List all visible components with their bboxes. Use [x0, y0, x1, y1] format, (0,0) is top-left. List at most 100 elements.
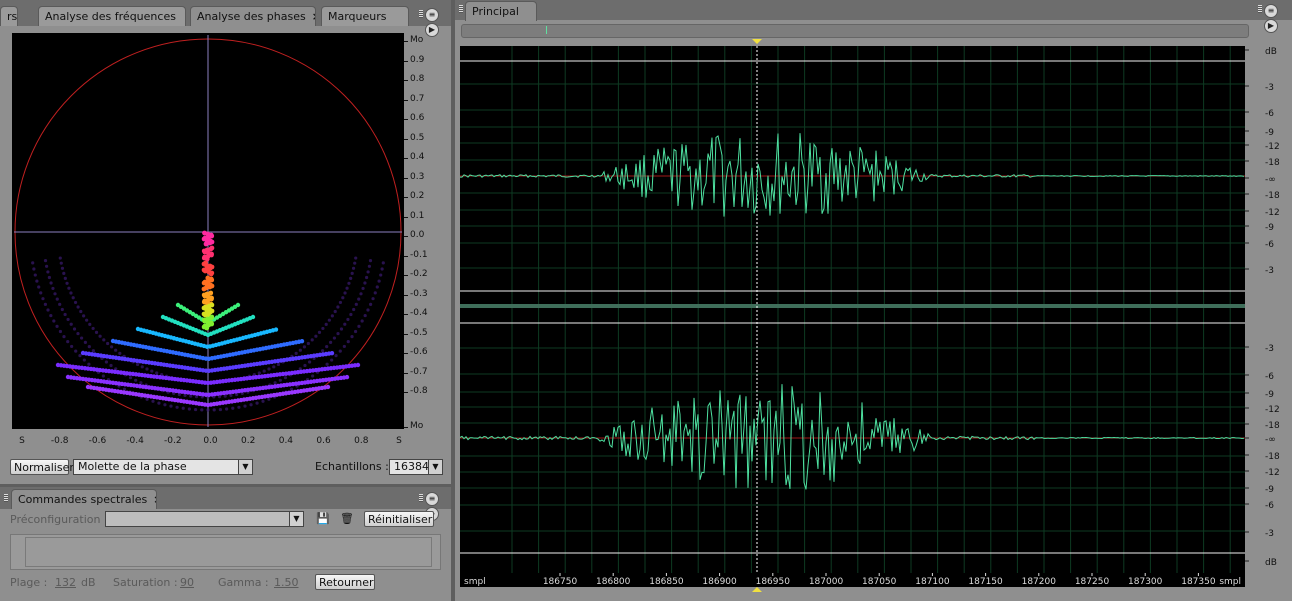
db-tick-label: -9 [1265, 223, 1274, 233]
phase-point [330, 314, 334, 318]
phase-y-tick: -0.3 [410, 288, 428, 299]
phase-point [272, 365, 276, 369]
phase-point [104, 360, 109, 364]
panel-expand-icon[interactable]: ▶ [425, 23, 439, 37]
phase-y-tick-mark [404, 294, 408, 296]
panel-grip-icon[interactable] [4, 494, 8, 502]
phase-point [294, 351, 298, 355]
tab-partial[interactable]: rs [0, 6, 18, 26]
phase-point [346, 317, 350, 322]
time-tick-label: 186850 [649, 577, 684, 587]
phase-point [346, 339, 350, 344]
phase-mode-select[interactable]: Molette de la phase ▼ [73, 459, 253, 475]
phase-y-tick: 0.9 [410, 54, 425, 65]
panel-grip-icon[interactable] [419, 494, 423, 502]
return-button[interactable]: Retourner [315, 574, 375, 590]
phase-point [343, 322, 347, 326]
dropdown-arrow-icon[interactable]: ▼ [428, 460, 442, 474]
phase-point [299, 338, 305, 344]
delete-preset-icon[interactable]: 🗑 [340, 512, 354, 525]
phase-point [63, 312, 67, 317]
phase-point [333, 309, 337, 314]
panel-expand-icon[interactable]: ▶ [1264, 19, 1278, 33]
phase-point [371, 297, 375, 301]
reset-button[interactable]: Réinitialiser [364, 511, 434, 527]
phase-point [350, 335, 354, 339]
time-tick-label: 187100 [915, 577, 950, 587]
phase-point [49, 313, 53, 318]
db-tick-label: -3 [1265, 266, 1274, 276]
phase-point [314, 334, 318, 338]
tab-close-icon[interactable]: × [153, 493, 156, 506]
db-tick-label: -3 [1265, 344, 1274, 354]
dropdown-arrow-icon[interactable]: ▼ [289, 512, 303, 526]
phase-point [83, 340, 87, 345]
phase-y-tick: -0.8 [410, 386, 428, 396]
phase-point [43, 302, 47, 306]
panel-menu-buttons[interactable]: ≡▶ [424, 7, 452, 37]
phase-point [65, 281, 69, 285]
phase-point [273, 381, 277, 385]
phase-point [101, 374, 105, 378]
phase-point [345, 286, 349, 290]
phase-point [365, 275, 369, 280]
phase-point [87, 362, 91, 366]
samples-select[interactable]: 16384 ▼ [389, 459, 443, 475]
phase-y-tick: -0.7 [410, 366, 428, 377]
panel-grip-icon[interactable] [419, 10, 423, 18]
phase-point [339, 327, 344, 331]
phase-x-tick: -0.2 [164, 436, 182, 446]
phase-point [51, 286, 55, 291]
db-tick-label: -∞ [1265, 175, 1276, 185]
phase-point [80, 336, 84, 340]
tab-markers[interactable]: Marqueurs [321, 6, 409, 26]
panel-menu-icon[interactable]: ≡ [425, 492, 439, 506]
phase-y-tick-mark [404, 80, 408, 81]
phase-point [363, 313, 367, 318]
tab-frequency-analysis[interactable]: Analyse des fréquences [38, 6, 186, 26]
time-unit-left: smpl [464, 577, 486, 587]
overview-position-marker[interactable] [546, 26, 547, 34]
time-tick-label: 187050 [862, 577, 897, 587]
phase-point [106, 341, 110, 346]
tab-phase-analysis[interactable]: Analyse des phases × [190, 6, 316, 26]
phase-point [58, 329, 63, 334]
dropdown-arrow-icon[interactable]: ▼ [238, 460, 252, 474]
panel-menu-icon[interactable]: ≡ [1264, 4, 1278, 18]
saturation-value[interactable]: 90 [180, 576, 194, 589]
tab-main[interactable]: Principal [465, 1, 537, 21]
panel-menu-icon[interactable]: ≡ [425, 8, 439, 22]
panel-grip-icon[interactable] [459, 5, 463, 13]
overview-bar[interactable] [461, 24, 1249, 38]
saturation-label: Saturation : [113, 576, 178, 589]
save-preset-icon[interactable]: 💾 [316, 512, 330, 525]
spectral-controls-panel: Commandes spectrales × ≡▶ Préconfiguratio… [0, 487, 451, 601]
db-tick-label: -6 [1265, 109, 1274, 119]
tab-close-icon[interactable]: × [312, 10, 315, 23]
preset-select[interactable]: ▼ [105, 511, 304, 527]
panel-menu-buttons[interactable]: ≡▶ [424, 491, 452, 521]
phase-x-tick: S [396, 436, 402, 446]
phase-point [257, 371, 261, 375]
phase-point [343, 291, 347, 295]
phase-point [187, 407, 191, 411]
normalize-button[interactable]: Normaliser [10, 459, 74, 475]
phase-point [353, 329, 358, 334]
phase-point [67, 286, 71, 290]
panel-grip-icon[interactable] [1258, 5, 1262, 13]
waveform-display[interactable]: dB -3 -6 -9 -12 -18 -∞ -18 -12 -9 -6 -3 -3 -6 -9 -12 -18… [455, 38, 1292, 593]
phase-point [87, 345, 91, 349]
time-unit-right: smpl [1219, 577, 1241, 587]
phase-point [85, 318, 89, 322]
phase-point [91, 326, 95, 331]
panel-menu-buttons[interactable]: ≡▶ [1263, 3, 1291, 33]
phase-point [39, 291, 43, 295]
range-value[interactable]: 132 [55, 576, 76, 589]
phase-point [373, 291, 377, 295]
phase-point [334, 354, 338, 358]
gamma-value[interactable]: 1.50 [274, 576, 299, 589]
phase-point [163, 403, 167, 407]
phase-point [52, 319, 56, 323]
phase-point [60, 307, 64, 312]
tab-spectral-controls[interactable]: Commandes spectrales × [11, 489, 157, 509]
